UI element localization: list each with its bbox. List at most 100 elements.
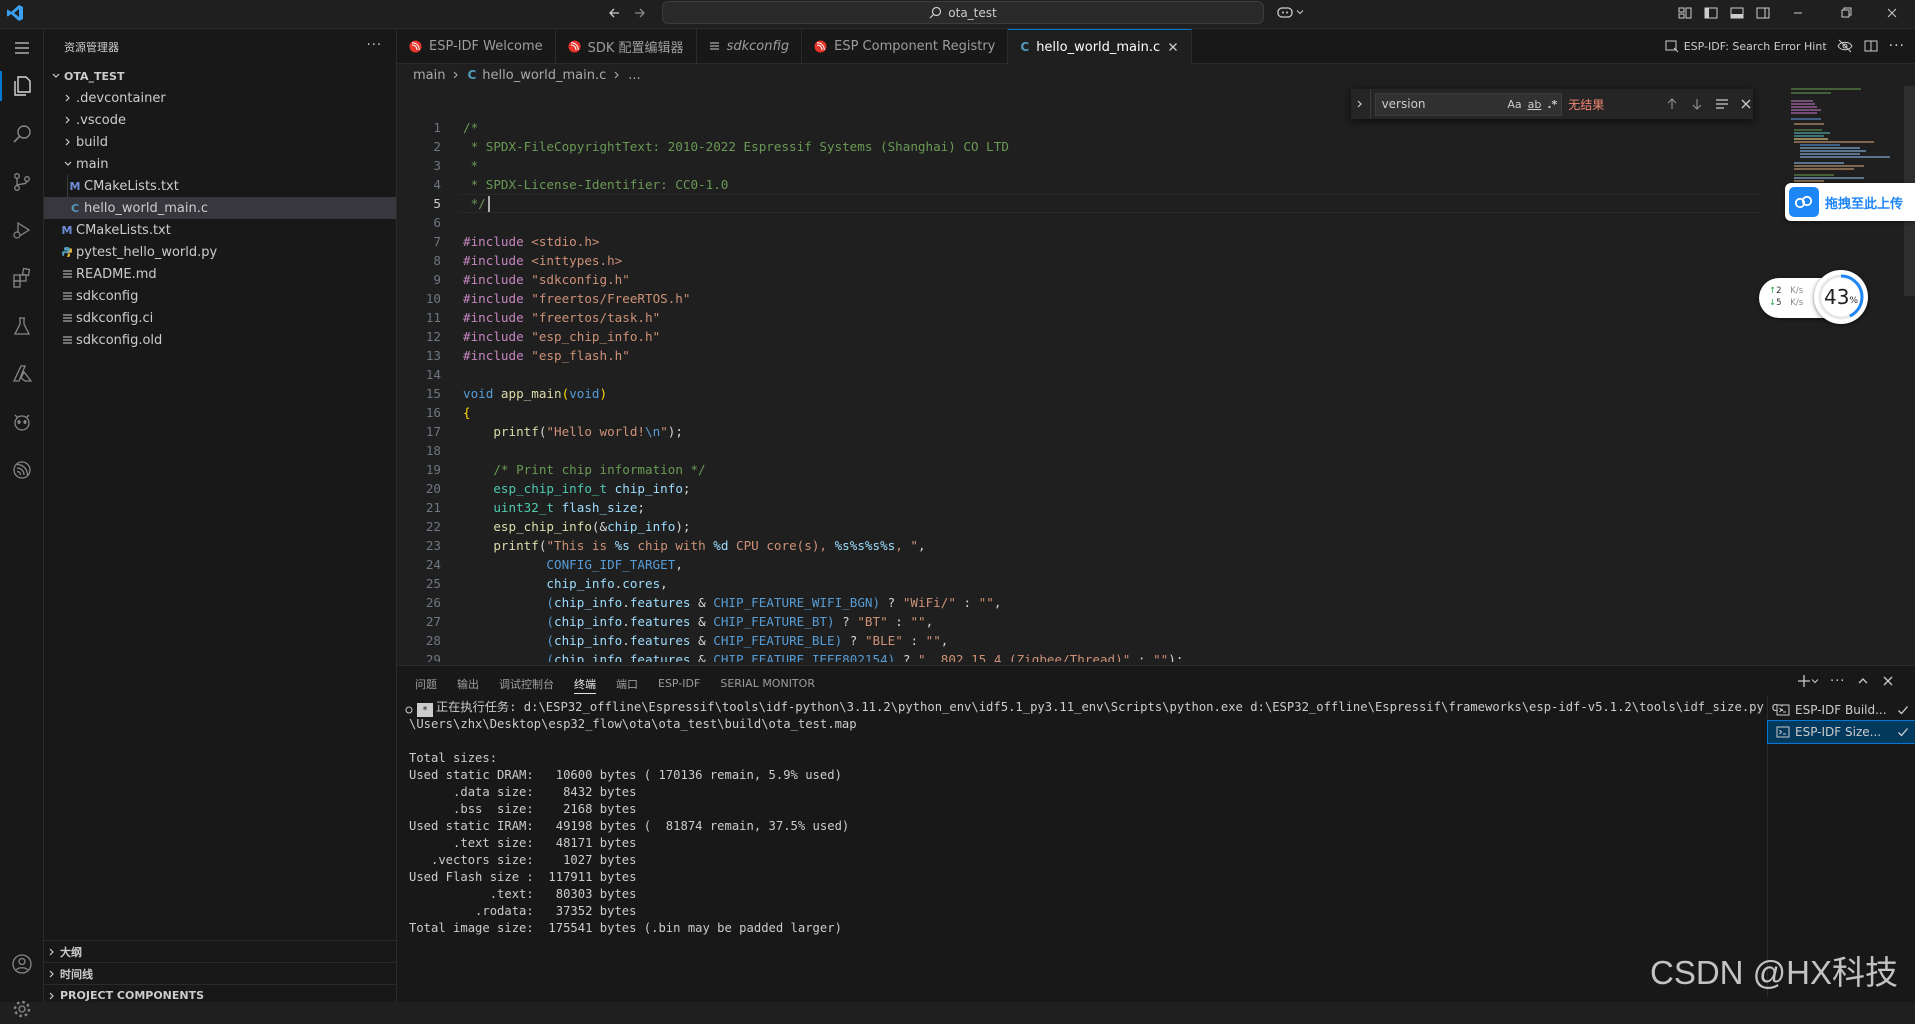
espressif-icon[interactable] <box>7 455 37 485</box>
code-editor[interactable]: 1 /* 2 * SPDX-FileCopyrightText: 2010-2022… <box>397 118 1777 662</box>
minimize-icon[interactable] <box>1790 5 1806 21</box>
code-line[interactable]: 29 (chip_info.features & CHIP_FEATURE_IE… <box>397 650 1777 662</box>
code-line[interactable]: 20 esp_chip_info_t chip_info; <box>397 479 1777 498</box>
breadcrumb-folder[interactable]: main <box>413 68 445 83</box>
tree-item-cmakelists[interactable]: M CMakeLists.txt <box>44 219 396 241</box>
tab-esp-component-registry[interactable]: ESP Component Registry <box>802 29 1009 64</box>
whole-word-toggle[interactable]: ab <box>1528 98 1542 111</box>
code-line[interactable]: 21 uint32_t flash_size; <box>397 498 1777 517</box>
close-window-icon[interactable] <box>1884 5 1900 21</box>
new-terminal-icon[interactable] <box>1797 674 1819 688</box>
tab-esp-idf-welcome[interactable]: ESP-IDF Welcome <box>397 29 556 64</box>
toggle-panel-icon[interactable] <box>1729 5 1745 21</box>
close-panel-icon[interactable] <box>1881 674 1895 688</box>
code-line[interactable]: 15 void app_main(void) <box>397 384 1777 403</box>
toggle-replace-chevron-icon[interactable] <box>1351 89 1371 119</box>
next-match-icon[interactable] <box>1689 96 1705 112</box>
previous-match-icon[interactable] <box>1664 96 1680 112</box>
more-actions-icon[interactable]: ··· <box>367 39 382 52</box>
tab-terminal[interactable]: 终端 <box>564 666 606 701</box>
account-icon[interactable] <box>7 949 37 979</box>
code-line[interactable]: 16 { <box>397 403 1777 422</box>
code-line[interactable]: 23 printf("This is %s chip with %d CPU c… <box>397 536 1777 555</box>
forward-arrow-icon[interactable] <box>632 5 648 21</box>
tree-item-sdkconfig-old[interactable]: sdkconfig.old <box>44 329 396 351</box>
tab-sdk-config-editor[interactable]: SDK 配置编辑器 <box>556 29 697 64</box>
extensions-icon[interactable] <box>7 263 37 293</box>
run-debug-icon[interactable] <box>7 215 37 245</box>
source-control-icon[interactable] <box>7 167 37 197</box>
regex-toggle[interactable]: .* <box>1547 98 1557 111</box>
timeline-section[interactable]: 时间线 <box>44 962 396 984</box>
tab-esp-idf[interactable]: ESP-IDF <box>648 666 710 701</box>
tree-item-pytest[interactable]: pytest_hello_world.py <box>44 241 396 263</box>
close-find-icon[interactable] <box>1739 97 1753 111</box>
terminal-output[interactable]: 正在执行任务: d:\ESP32_offline\Espressif\tools… <box>409 699 1786 999</box>
find-in-selection-icon[interactable] <box>1714 96 1730 112</box>
azure-icon[interactable] <box>7 359 37 389</box>
code-line[interactable]: 22 esp_chip_info(&chip_info); <box>397 517 1777 536</box>
breadcrumb-symbol[interactable]: ... <box>628 68 640 83</box>
code-line[interactable]: 12 #include "esp_chip_info.h" <box>397 327 1777 346</box>
tab-output[interactable]: 输出 <box>447 666 489 701</box>
code-line[interactable]: 6 <box>397 213 1777 232</box>
code-line[interactable]: 8 #include <inttypes.h> <box>397 251 1777 270</box>
code-line[interactable]: 9 #include "sdkconfig.h" <box>397 270 1777 289</box>
terminal-item-size[interactable]: ESP-IDF Size... <box>1767 720 1915 744</box>
search-view-icon[interactable] <box>7 119 37 149</box>
code-line[interactable]: 5 */ <box>397 194 1777 213</box>
tab-debug-console[interactable]: 调试控制台 <box>489 666 564 701</box>
cpu-usage-dial[interactable]: 43 % <box>1814 270 1868 324</box>
close-tab-icon[interactable] <box>1167 41 1179 53</box>
platformio-alien-icon[interactable] <box>7 407 37 437</box>
settings-gear-icon[interactable] <box>7 994 37 1024</box>
tree-item-sdkconfig-ci[interactable]: sdkconfig.ci <box>44 307 396 329</box>
upload-drop-badge[interactable]: 拖拽至此上传 <box>1785 183 1915 221</box>
explorer-icon[interactable] <box>7 71 37 101</box>
project-components-section[interactable]: PROJECT COMPONENTS <box>44 984 396 1006</box>
testing-icon[interactable] <box>7 311 37 341</box>
copilot-button[interactable] <box>1276 4 1304 20</box>
toggle-secondary-sidebar-icon[interactable] <box>1755 5 1771 21</box>
code-line[interactable]: 11 #include "freertos/task.h" <box>397 308 1777 327</box>
customize-layout-icon[interactable] <box>1677 5 1693 21</box>
toggle-sidebar-icon[interactable] <box>1703 5 1719 21</box>
command-center-search[interactable]: ota_test <box>662 1 1264 24</box>
code-line[interactable]: 2 * SPDX-FileCopyrightText: 2010-2022 Es… <box>397 137 1777 156</box>
code-line[interactable]: 14 <box>397 365 1777 384</box>
back-arrow-icon[interactable] <box>606 5 622 21</box>
code-line[interactable]: 18 <box>397 441 1777 460</box>
more-actions-icon[interactable]: ··· <box>1830 675 1845 688</box>
menu-icon[interactable] <box>7 33 37 63</box>
code-line[interactable]: 3 * <box>397 156 1777 175</box>
tab-ports[interactable]: 端口 <box>606 666 648 701</box>
tab-hello-world-main-c[interactable]: C hello_world_main.c <box>1008 29 1193 64</box>
outline-section[interactable]: 大纲 <box>44 940 396 962</box>
more-actions-icon[interactable]: ··· <box>1889 38 1905 54</box>
code-line[interactable]: 24 CONFIG_IDF_TARGET, <box>397 555 1777 574</box>
breadcrumb-file[interactable]: hello_world_main.c <box>482 68 606 83</box>
find-input[interactable]: version Aa ab .* <box>1374 92 1563 116</box>
code-line[interactable]: 1 /* <box>397 118 1777 137</box>
tree-item-main-cmakelists[interactable]: M CMakeLists.txt <box>44 175 396 197</box>
tree-item-readme[interactable]: README.md <box>44 263 396 285</box>
match-case-toggle[interactable]: Aa <box>1507 98 1521 111</box>
code-line[interactable]: 7 #include <stdio.h> <box>397 232 1777 251</box>
tab-problems[interactable]: 问题 <box>405 666 447 701</box>
code-line[interactable]: 25 chip_info.cores, <box>397 574 1777 593</box>
search-error-hint-button[interactable]: ESP-IDF: Search Error Hint <box>1665 39 1827 53</box>
code-line[interactable]: 28 (chip_info.features & CHIP_FEATURE_BL… <box>397 631 1777 650</box>
code-line[interactable]: 26 (chip_info.features & CHIP_FEATURE_WI… <box>397 593 1777 612</box>
tree-item-hello-world-main-c[interactable]: C hello_world_main.c <box>44 197 396 219</box>
tab-serial-monitor[interactable]: SERIAL MONITOR <box>710 666 825 701</box>
split-editor-icon[interactable] <box>1863 38 1879 54</box>
code-line[interactable]: 13 #include "esp_flash.h" <box>397 346 1777 365</box>
tree-item-main[interactable]: main <box>44 153 396 175</box>
tab-sdkconfig[interactable]: sdkconfig <box>697 29 803 64</box>
workspace-root[interactable]: OTA_TEST <box>44 65 396 87</box>
code-line[interactable]: 19 /* Print chip information */ <box>397 460 1777 479</box>
terminal-item-build[interactable]: ESP-IDF Build... <box>1768 699 1915 721</box>
code-line[interactable]: 27 (chip_info.features & CHIP_FEATURE_BT… <box>397 612 1777 631</box>
tree-item-build[interactable]: build <box>44 131 396 153</box>
minimap[interactable] <box>1786 86 1902 246</box>
